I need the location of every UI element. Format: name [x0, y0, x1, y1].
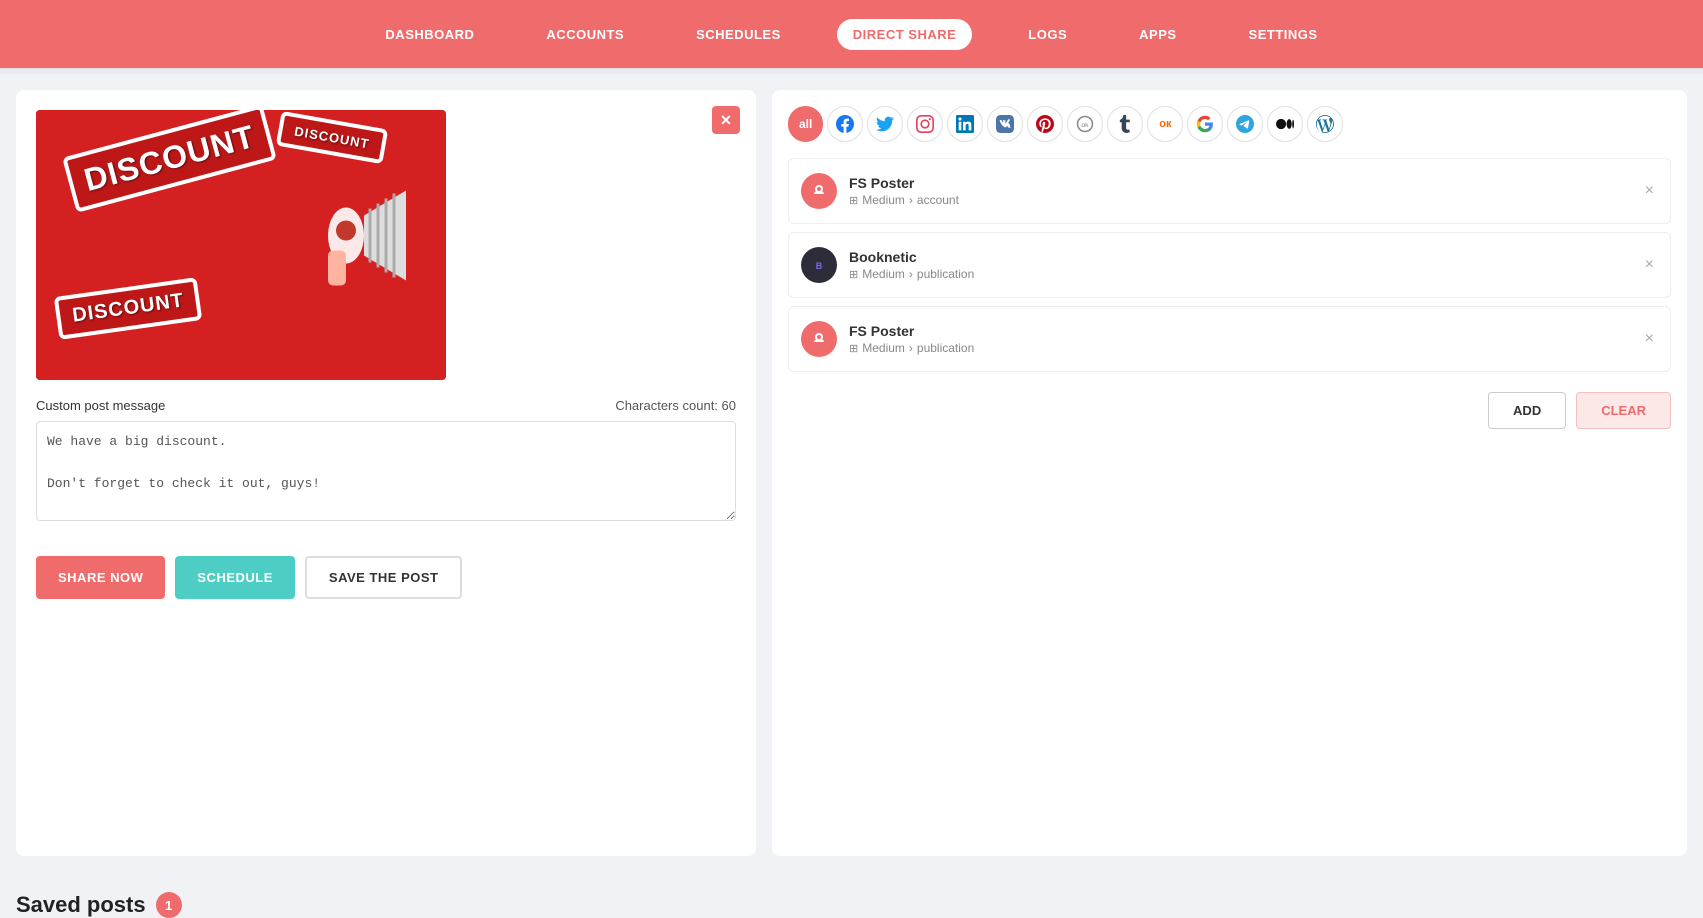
- account-avatar-2: B: [801, 247, 837, 283]
- panel-bottom-buttons: ADD CLEAR: [788, 392, 1671, 429]
- account-name-2: Booknetic: [849, 249, 1658, 265]
- account-avatar-1: [801, 173, 837, 209]
- megaphone-icon: [286, 171, 416, 320]
- action-buttons: SHARE NOW SCHEDULE SAVE THE POST: [36, 556, 736, 599]
- nav-direct-share[interactable]: DIRECT SHARE: [837, 19, 973, 50]
- social-icon-linkedin[interactable]: [947, 106, 983, 142]
- share-now-button[interactable]: SHARE NOW: [36, 556, 165, 599]
- medium-icon-2: ⊞: [849, 268, 858, 281]
- add-button[interactable]: ADD: [1488, 392, 1566, 429]
- account-info-1: FS Poster ⊞ Medium › account: [849, 175, 1658, 207]
- social-icon-instagram[interactable]: [907, 106, 943, 142]
- arrow-2: ›: [909, 267, 913, 281]
- save-post-button[interactable]: SAVE THE POST: [305, 556, 463, 599]
- arrow-3: ›: [909, 341, 913, 355]
- account-meta-3: ⊞ Medium › publication: [849, 341, 1658, 355]
- close-button[interactable]: ✕: [712, 106, 740, 134]
- chars-count: Characters count: 60: [615, 398, 736, 413]
- account-meta-1: ⊞ Medium › account: [849, 193, 1658, 207]
- account-info-3: FS Poster ⊞ Medium › publication: [849, 323, 1658, 355]
- all-label: all: [799, 117, 812, 131]
- platform-2: Medium: [862, 267, 905, 281]
- account-name-1: FS Poster: [849, 175, 1658, 191]
- nav-accounts[interactable]: ACCOUNTS: [530, 19, 640, 50]
- nav-schedules[interactable]: SCHEDULES: [680, 19, 797, 50]
- account-avatar-3: [801, 321, 837, 357]
- social-icon-ok[interactable]: ok: [1067, 106, 1103, 142]
- arrow-1: ›: [909, 193, 913, 207]
- social-icon-medium[interactable]: [1267, 106, 1303, 142]
- platform-1: Medium: [862, 193, 905, 207]
- type-3: publication: [917, 341, 974, 355]
- schedule-button[interactable]: SCHEDULE: [175, 556, 295, 599]
- nav-apps[interactable]: APPS: [1123, 19, 1192, 50]
- nav-settings[interactable]: SETTINGS: [1233, 19, 1334, 50]
- accounts-list: FS Poster ⊞ Medium › account × B: [788, 158, 1671, 372]
- social-icon-twitter[interactable]: [867, 106, 903, 142]
- social-icon-vk[interactable]: [987, 106, 1023, 142]
- account-info-2: Booknetic ⊞ Medium › publication: [849, 249, 1658, 281]
- char-count-row: Custom post message Characters count: 60: [36, 398, 736, 413]
- account-remove-1[interactable]: ×: [1641, 178, 1658, 204]
- nav-logs[interactable]: LOGS: [1012, 19, 1083, 50]
- social-icon-odnoklassniki[interactable]: ок: [1147, 106, 1183, 142]
- clear-button[interactable]: CLEAR: [1576, 392, 1671, 429]
- social-icon-facebook[interactable]: [827, 106, 863, 142]
- medium-icon-3: ⊞: [849, 342, 858, 355]
- social-icon-pinterest[interactable]: [1027, 106, 1063, 142]
- discount-stamp-3: DISCOUNT: [54, 277, 203, 340]
- discount-stamp-2: DISCOUNT: [276, 111, 388, 164]
- social-icon-wordpress[interactable]: [1307, 106, 1343, 142]
- left-panel: ✕ DISCOUNT DISCOUNT DISCOUNT: [16, 90, 756, 856]
- main-content: ✕ DISCOUNT DISCOUNT DISCOUNT: [0, 74, 1703, 872]
- nav-dashboard[interactable]: DASHBOARD: [369, 19, 490, 50]
- social-icon-all[interactable]: all: [788, 106, 823, 142]
- saved-posts-section: Saved posts 1: [0, 872, 1703, 918]
- account-item-3: FS Poster ⊞ Medium › publication ×: [788, 306, 1671, 372]
- social-icon-tumblr[interactable]: [1107, 106, 1143, 142]
- social-icons-row: all: [788, 106, 1671, 142]
- saved-posts-title: Saved posts: [16, 892, 146, 918]
- social-icon-telegram[interactable]: [1227, 106, 1263, 142]
- discount-stamp-1: DISCOUNT: [62, 110, 277, 213]
- account-item-1: FS Poster ⊞ Medium › account ×: [788, 158, 1671, 224]
- message-textarea[interactable]: We have a big discount. Don't forget to …: [36, 421, 736, 521]
- svg-text:ok: ok: [1082, 122, 1090, 129]
- main-nav: DASHBOARD ACCOUNTS SCHEDULES DIRECT SHAR…: [0, 0, 1703, 68]
- discount-image: DISCOUNT DISCOUNT DISCOUNT: [36, 110, 446, 380]
- medium-icon-1: ⊞: [849, 194, 858, 207]
- svg-text:B: B: [816, 261, 823, 271]
- message-label: Custom post message: [36, 398, 165, 413]
- platform-3: Medium: [862, 341, 905, 355]
- saved-posts-badge: 1: [156, 892, 182, 918]
- social-icon-google[interactable]: [1187, 106, 1223, 142]
- account-remove-3[interactable]: ×: [1641, 326, 1658, 352]
- account-remove-2[interactable]: ×: [1641, 252, 1658, 278]
- account-item-2: B Booknetic ⊞ Medium › publication ×: [788, 232, 1671, 298]
- type-2: publication: [917, 267, 974, 281]
- account-meta-2: ⊞ Medium › publication: [849, 267, 1658, 281]
- account-name-3: FS Poster: [849, 323, 1658, 339]
- type-1: account: [917, 193, 959, 207]
- right-panel: all: [772, 90, 1687, 856]
- post-image: DISCOUNT DISCOUNT DISCOUNT: [36, 110, 446, 380]
